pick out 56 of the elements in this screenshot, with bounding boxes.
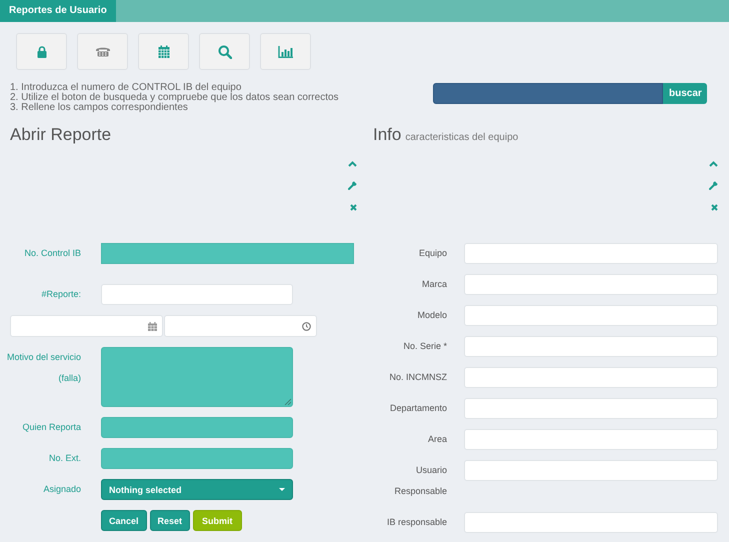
- resize-grip-icon: [284, 398, 291, 405]
- form-button[interactable]: Cancel: [101, 510, 147, 531]
- date-field[interactable]: [10, 315, 163, 337]
- panel-title: Abrir Reporte: [9, 125, 112, 145]
- lock-icon: [36, 46, 46, 58]
- close-icon[interactable]: [711, 204, 718, 211]
- text-area[interactable]: [101, 347, 293, 407]
- clock-icon: [302, 322, 311, 330]
- field-label: No. Control IB: [23, 247, 81, 260]
- instruction-text: 1. Introduzca el numero de CONTROL IB del equipo: [10, 83, 242, 93]
- search-button[interactable]: buscar: [663, 83, 707, 104]
- wrench-icon[interactable]: [709, 181, 718, 190]
- calendar-icon: [158, 45, 170, 58]
- close-icon[interactable]: [350, 204, 357, 211]
- field-label: Responsable: [393, 485, 447, 498]
- chart-button[interactable]: [260, 33, 311, 70]
- instruction-text: 2. Utilize el boton de busqueda y compruebe que los datos sean correctos: [10, 93, 339, 103]
- field-label: No. Ext.: [48, 452, 81, 465]
- field-label: Departamento: [388, 402, 447, 415]
- instruction-text: 3. Rellene los campos correspondientes: [10, 103, 188, 113]
- field-label: Motivo del servicio: [6, 351, 81, 364]
- field-label: IB responsable: [386, 516, 447, 529]
- submit-button[interactable]: Submit: [193, 510, 242, 531]
- lock-button[interactable]: [16, 33, 67, 70]
- collapse-icon[interactable]: [709, 161, 718, 167]
- header-tab[interactable]: Reportes de Usuario: [0, 0, 116, 22]
- bar-chart-icon: [278, 46, 293, 58]
- field-label: No. Serie *: [402, 340, 447, 353]
- field-label: Area: [426, 433, 447, 446]
- phone-icon: [94, 46, 110, 57]
- input-field[interactable]: [101, 243, 354, 264]
- field-label: No. INCMNSZ: [388, 371, 447, 384]
- input-field[interactable]: [101, 417, 293, 438]
- collapse-icon[interactable]: [348, 161, 357, 167]
- input-field[interactable]: [101, 448, 293, 469]
- search-icon: [218, 44, 232, 58]
- calendar-button[interactable]: [138, 33, 189, 70]
- search-field[interactable]: [433, 83, 663, 104]
- field-label: #Reporte:: [40, 288, 81, 301]
- phone-button[interactable]: [77, 33, 128, 70]
- caret-icon: [279, 488, 285, 491]
- field-label: (falla): [57, 372, 81, 385]
- form-button[interactable]: Reset: [150, 510, 190, 531]
- select-dropdown[interactable]: Nothing selected: [101, 479, 293, 500]
- field-label: Quien Reporta: [21, 421, 81, 434]
- wrench-icon[interactable]: [348, 181, 357, 190]
- panel-subtitle: caracteristicas del equipo: [405, 132, 518, 143]
- calendar-icon: [148, 322, 157, 330]
- field-label: Equipo: [418, 247, 447, 260]
- time-field[interactable]: [164, 315, 317, 337]
- field-label: Marca: [420, 278, 447, 291]
- search-button[interactable]: [199, 33, 250, 70]
- field-label: Modelo: [416, 309, 447, 322]
- field-label: Usuario: [414, 464, 447, 477]
- field-label: Asignado: [42, 483, 81, 496]
- panel-title: Info: [373, 125, 402, 144]
